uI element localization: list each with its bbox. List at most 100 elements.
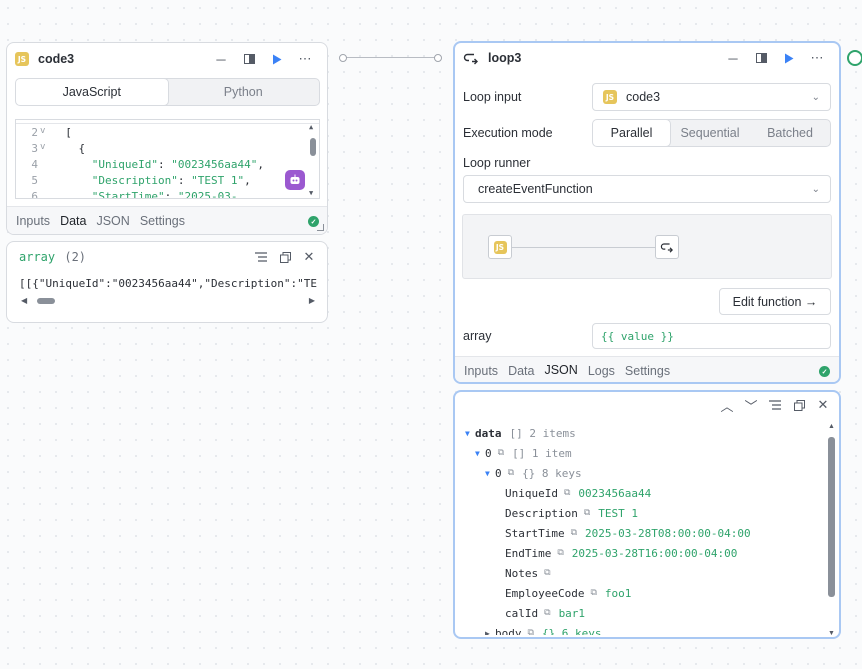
scroll-right-icon[interactable]: ▶ bbox=[309, 296, 315, 305]
json-row[interactable]: ▼ 0 ⧉ {} 8 keys bbox=[485, 463, 582, 483]
json-row[interactable]: ▶ body ⧉ {} 6 keys bbox=[485, 623, 602, 636]
json-row: calId ⧉ bar1 bbox=[505, 603, 585, 623]
close-icon[interactable]: ✕ bbox=[811, 394, 835, 416]
copy-path-icon[interactable]: ⧉ bbox=[590, 588, 596, 598]
tab-python[interactable]: Python bbox=[168, 79, 320, 105]
language-switch: JavaScript Python bbox=[15, 78, 320, 106]
scroll-down-icon[interactable]: ▼ bbox=[828, 630, 835, 637]
line-number: 6 bbox=[31, 190, 38, 199]
tab-logs[interactable]: Logs bbox=[583, 357, 620, 383]
tab-json[interactable]: JSON bbox=[539, 357, 582, 383]
edit-function-button[interactable]: Edit function → bbox=[719, 288, 831, 315]
copy-path-icon[interactable]: ⧉ bbox=[564, 488, 570, 498]
editor-scrollbar[interactable]: ▲ ▼ bbox=[308, 123, 317, 197]
line-number: 3 bbox=[31, 142, 38, 155]
chevron-down-icon: ⌄ bbox=[811, 183, 820, 195]
collapse-icon[interactable]: ▼ bbox=[465, 429, 475, 438]
json-row[interactable]: ▼ 0 ⧉ [] 1 item bbox=[475, 443, 572, 463]
scroll-thumb[interactable] bbox=[310, 138, 316, 156]
copy-icon[interactable] bbox=[787, 394, 811, 416]
collapse-icon[interactable]: ▼ bbox=[475, 449, 485, 458]
line-number: 2 bbox=[31, 126, 38, 139]
loop-input-select[interactable]: JS code3 ⌄ bbox=[592, 83, 831, 111]
editor-scroll-edge bbox=[16, 120, 319, 124]
line-number: 5 bbox=[31, 174, 38, 187]
execution-mode-switch: Parallel Sequential Batched bbox=[592, 119, 831, 147]
copy-path-icon[interactable]: ⧉ bbox=[544, 608, 550, 618]
wrap-lines-icon[interactable] bbox=[249, 246, 273, 268]
next-node-handle[interactable] bbox=[847, 50, 862, 66]
copy-icon[interactable] bbox=[273, 246, 297, 268]
expand-icon[interactable]: ▶ bbox=[485, 629, 495, 636]
collapse-icon[interactable]: ▼ bbox=[485, 469, 495, 478]
code-sep: : bbox=[177, 174, 192, 187]
minimize-icon[interactable]: ─ bbox=[719, 47, 747, 69]
scroll-up-icon[interactable]: ▲ bbox=[309, 123, 313, 131]
loop-input-label: Loop input bbox=[463, 90, 522, 104]
json-row[interactable]: ▼ data [] 2 items bbox=[465, 423, 576, 443]
tab-settings[interactable]: Settings bbox=[620, 357, 675, 383]
mode-parallel[interactable]: Parallel bbox=[593, 120, 671, 146]
copy-path-icon[interactable]: ⧉ bbox=[508, 468, 514, 478]
copy-path-icon[interactable]: ⧉ bbox=[498, 448, 504, 458]
copy-path-icon[interactable]: ⧉ bbox=[557, 548, 563, 558]
code-end: , bbox=[244, 174, 251, 187]
array-field-input[interactable]: {{ value }} bbox=[592, 323, 831, 349]
ai-assistant-icon[interactable] bbox=[285, 170, 305, 190]
node-title[interactable]: loop3 bbox=[488, 51, 521, 65]
loop3-node[interactable]: loop3 ─ ⋯ Loop input JS code3 ⌄ Executio… bbox=[453, 41, 841, 384]
fold-icon[interactable]: v bbox=[40, 126, 45, 136]
loop-runner-select[interactable]: createEventFunction ⌄ bbox=[463, 175, 831, 203]
wrap-lines-icon[interactable] bbox=[763, 394, 787, 416]
array-count: (2) bbox=[64, 250, 87, 264]
json-scrollbar[interactable]: ▲ ▼ bbox=[827, 423, 836, 637]
minimize-icon[interactable]: ─ bbox=[207, 48, 235, 70]
tab-json[interactable]: JSON bbox=[91, 207, 134, 235]
mode-batched[interactable]: Batched bbox=[750, 120, 830, 146]
loop-runner-label: Loop runner bbox=[463, 156, 531, 170]
tab-data[interactable]: Data bbox=[55, 207, 91, 235]
h-scroll-thumb[interactable] bbox=[37, 298, 55, 304]
close-icon[interactable]: ✕ bbox=[297, 246, 321, 268]
code3-output-handle[interactable] bbox=[339, 54, 347, 62]
code-editor[interactable]: 2v [3 v {4 "UniqueId": "0023456aa44", 5 "D… bbox=[15, 119, 320, 199]
array-field-value: {{ value }} bbox=[601, 329, 674, 343]
code-line: 3v { bbox=[16, 142, 319, 158]
code-key: "Description" bbox=[52, 174, 178, 187]
copy-path-icon[interactable]: ⧉ bbox=[571, 528, 577, 538]
scroll-thumb[interactable] bbox=[828, 437, 835, 597]
array-output-panel: array (2) ✕ [[{"UniqueId":"0023456aa44",… bbox=[6, 241, 328, 323]
more-options-icon[interactable]: ⋯ bbox=[291, 48, 319, 70]
copy-path-icon[interactable]: ⧉ bbox=[544, 568, 550, 578]
scroll-left-icon[interactable]: ◀ bbox=[21, 296, 27, 305]
fold-icon[interactable]: v bbox=[40, 142, 45, 152]
panel-toggle-icon[interactable] bbox=[235, 48, 263, 70]
scroll-up-icon[interactable]: ▲ bbox=[828, 423, 835, 430]
tab-javascript[interactable]: JavaScript bbox=[16, 79, 169, 105]
mode-sequential[interactable]: Sequential bbox=[670, 120, 750, 146]
chevron-up-icon[interactable]: ︿ bbox=[715, 394, 739, 416]
node-title[interactable]: code3 bbox=[38, 52, 74, 66]
loop3-input-handle[interactable] bbox=[434, 54, 442, 62]
chevron-down-icon[interactable]: ﹀ bbox=[739, 394, 763, 416]
resize-handle-icon[interactable] bbox=[317, 224, 324, 231]
loop-runner-value: createEventFunction bbox=[478, 182, 593, 196]
json-value: {} 6 keys bbox=[541, 626, 602, 636]
horizontal-scrollbar[interactable]: ◀ ▶ bbox=[21, 296, 315, 306]
copy-path-icon[interactable]: ⧉ bbox=[584, 508, 590, 518]
tab-inputs[interactable]: Inputs bbox=[11, 207, 55, 235]
code3-node[interactable]: JS code3 ─ ⋯ JavaScript Python 2v [3 v {4… bbox=[6, 42, 328, 235]
json-key: Notes bbox=[505, 566, 539, 580]
tab-settings[interactable]: Settings bbox=[135, 207, 190, 235]
tab-data[interactable]: Data bbox=[503, 357, 539, 383]
run-icon[interactable] bbox=[263, 48, 291, 70]
edit-function-label: Edit function → bbox=[732, 294, 818, 309]
run-icon[interactable] bbox=[775, 47, 803, 69]
json-row: Description ⧉ TEST 1 bbox=[505, 503, 638, 523]
tab-inputs[interactable]: Inputs bbox=[459, 357, 503, 383]
more-options-icon[interactable]: ⋯ bbox=[803, 47, 831, 69]
copy-path-icon[interactable]: ⧉ bbox=[528, 628, 534, 635]
panel-toggle-icon[interactable] bbox=[747, 47, 775, 69]
scroll-down-icon[interactable]: ▼ bbox=[309, 189, 313, 197]
code-sep: : bbox=[157, 158, 172, 171]
